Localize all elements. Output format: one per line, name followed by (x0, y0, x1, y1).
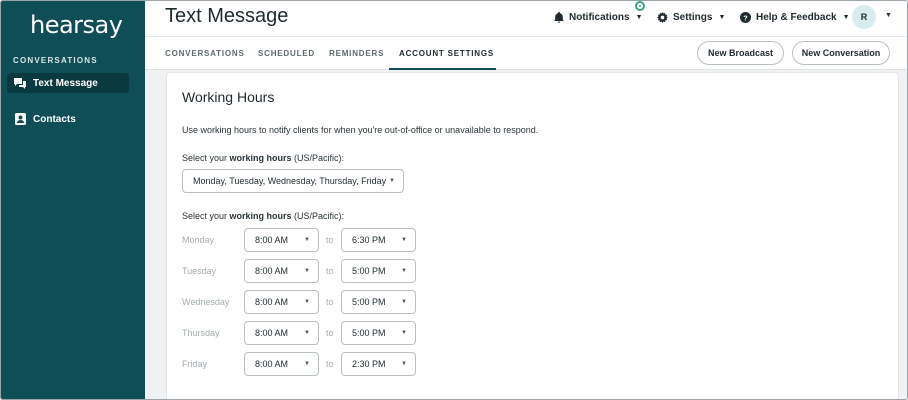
chevron-down-icon: ▼ (401, 237, 407, 243)
start-time-value: 8:00 AM (255, 297, 289, 307)
svg-text:?: ? (743, 13, 748, 22)
end-time-value: 5:00 PM (352, 328, 386, 338)
day-label-monday: Monday (182, 235, 215, 245)
chat-icon (14, 77, 26, 89)
start-time-value: 8:00 AM (255, 328, 289, 338)
day-label-tuesday: Tuesday (182, 266, 217, 276)
end-time-value: 5:00 PM (352, 297, 386, 307)
to-label: to (326, 266, 334, 276)
chevron-down-icon: ▼ (304, 268, 310, 274)
end-time-select-wednesday[interactable]: 5:00 PM ▼ (341, 290, 416, 314)
sidebar: hearsay CONVERSATIONS Text Message Conta… (1, 1, 145, 399)
chevron-down-icon[interactable]: ▼ (885, 12, 892, 19)
chevron-down-icon: ▼ (304, 361, 310, 367)
end-time-value: 6:30 PM (352, 235, 386, 245)
end-time-select-thursday[interactable]: 5:00 PM ▼ (341, 321, 416, 345)
end-time-value: 5:00 PM (352, 266, 386, 276)
sidebar-section-label: CONVERSATIONS (13, 56, 98, 65)
start-time-select-thursday[interactable]: 8:00 AM ▼ (244, 321, 319, 345)
chevron-down-icon: ▼ (304, 330, 310, 336)
to-label: to (326, 359, 334, 369)
help-icon: ? (740, 11, 751, 23)
sidebar-item-text-message[interactable]: Text Message (7, 73, 129, 93)
help-label: Help & Feedback (756, 11, 837, 23)
start-time-select-tuesday[interactable]: 8:00 AM ▼ (244, 259, 319, 283)
chevron-down-icon: ▼ (401, 361, 407, 367)
day-label-thursday: Thursday (182, 328, 220, 338)
working-days-select[interactable]: Monday, Tuesday, Wednesday, Thursday, Fr… (182, 169, 404, 193)
start-time-select-monday[interactable]: 8:00 AM ▼ (244, 228, 319, 252)
to-label: to (326, 297, 334, 307)
hearsay-logo[interactable]: hearsay (30, 11, 123, 39)
to-label: to (326, 235, 334, 245)
working-days-value: Monday, Tuesday, Wednesday, Thursday, Fr… (193, 176, 387, 186)
working-days-label: Select your working hours (US/Pacific): (182, 153, 345, 163)
avatar[interactable]: R (852, 5, 876, 29)
start-time-select-wednesday[interactable]: 8:00 AM ▼ (244, 290, 319, 314)
chevron-down-icon: ▼ (304, 299, 310, 305)
start-time-value: 8:00 AM (255, 359, 289, 369)
chevron-down-icon: ▼ (401, 330, 407, 336)
bell-icon (554, 11, 564, 23)
start-time-value: 8:00 AM (255, 266, 289, 276)
card-title: Working Hours (182, 89, 275, 105)
chevron-down-icon: ▼ (304, 237, 310, 243)
start-time-select-friday[interactable]: 8:00 AM ▼ (244, 352, 319, 376)
page-title: Text Message (165, 5, 289, 27)
active-tab-indicator (389, 68, 496, 70)
help-feedback-menu[interactable]: ? Help & Feedback ▼ (740, 10, 850, 24)
day-label-friday: Friday (182, 359, 208, 369)
day-label-wednesday: Wednesday (182, 297, 230, 307)
settings-label: Settings (673, 11, 713, 23)
end-time-value: 2:30 PM (352, 359, 386, 369)
notifications-menu[interactable]: Notifications ▼ (554, 10, 643, 24)
tab-scheduled[interactable]: SCHEDULED (258, 49, 315, 58)
new-broadcast-button[interactable]: New Broadcast (697, 41, 784, 65)
settings-menu[interactable]: Settings ▼ (657, 10, 725, 24)
end-time-select-friday[interactable]: 2:30 PM ▼ (341, 352, 416, 376)
chevron-down-icon: ▼ (842, 13, 850, 21)
to-label: to (326, 328, 334, 338)
top-header: Text Message Notifications ▼ Settings ▼ … (145, 1, 907, 37)
end-time-select-tuesday[interactable]: 5:00 PM ▼ (341, 259, 416, 283)
notifications-label: Notifications (569, 11, 630, 23)
working-hours-label: Select your working hours (US/Pacific): (182, 211, 345, 221)
start-time-value: 8:00 AM (255, 235, 289, 245)
chevron-down-icon: ▼ (635, 13, 643, 21)
chevron-down-icon: ▼ (401, 299, 407, 305)
chevron-down-icon: ▼ (718, 13, 726, 21)
notification-indicator (635, 1, 645, 11)
tab-account-settings[interactable]: ACCOUNT SETTINGS (399, 49, 494, 58)
end-time-select-monday[interactable]: 6:30 PM ▼ (341, 228, 416, 252)
gear-icon (657, 11, 668, 23)
chevron-down-icon: ▼ (389, 178, 395, 184)
sidebar-item-label: Contacts (33, 113, 76, 125)
working-hours-card: Working Hours Use working hours to notif… (166, 72, 899, 399)
tab-conversations[interactable]: CONVERSATIONS (165, 49, 245, 58)
contact-card-icon (14, 113, 26, 125)
chevron-down-icon: ▼ (401, 268, 407, 274)
new-conversation-button[interactable]: New Conversation (792, 41, 890, 65)
card-description: Use working hours to notify clients for … (182, 125, 539, 135)
sidebar-item-contacts[interactable]: Contacts (7, 109, 129, 129)
app-window: hearsay CONVERSATIONS Text Message Conta… (0, 0, 908, 400)
tab-bar: CONVERSATIONS SCHEDULED REMINDERS ACCOUN… (145, 37, 907, 70)
sidebar-item-label: Text Message (33, 77, 98, 89)
tab-reminders[interactable]: REMINDERS (329, 49, 384, 58)
